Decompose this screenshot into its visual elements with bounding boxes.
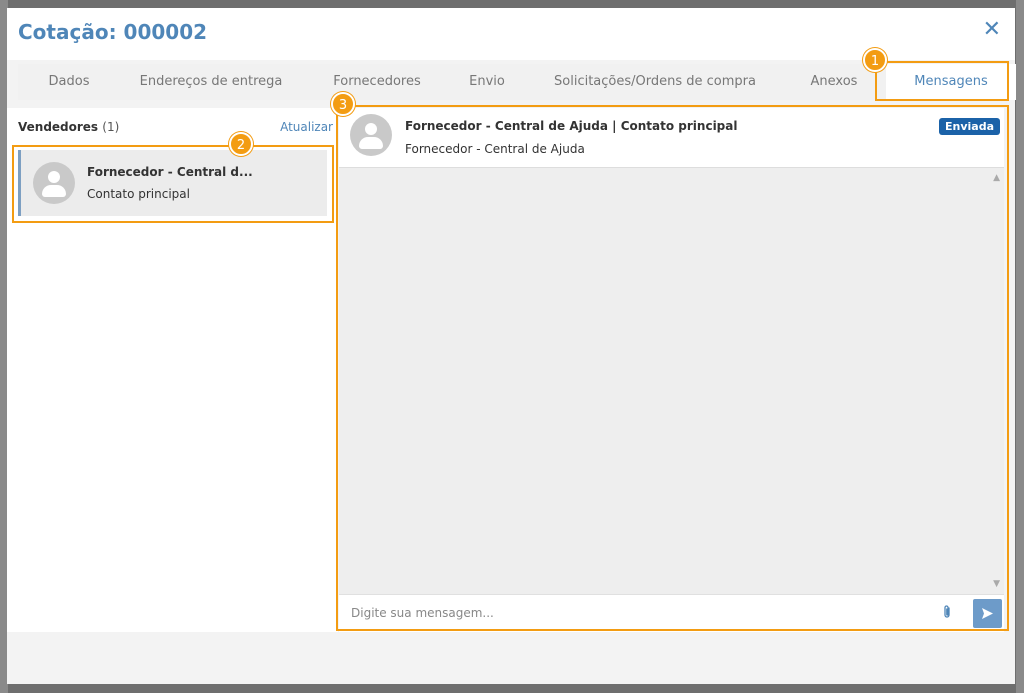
vendors-count: (1) bbox=[102, 120, 120, 134]
vendors-heading: Vendedores (1) bbox=[18, 120, 119, 134]
modal-footer bbox=[7, 632, 1015, 684]
vendors-label: Vendedores bbox=[18, 120, 99, 134]
tab-anexos[interactable]: Anexos bbox=[801, 64, 867, 100]
refresh-link[interactable]: Atualizar bbox=[280, 120, 333, 134]
backdrop-right bbox=[1016, 0, 1024, 693]
quotation-modal: Cotação: 000002 ✕ Dados Endereços de ent… bbox=[7, 8, 1016, 684]
callout-box-2 bbox=[12, 145, 334, 223]
close-button[interactable]: ✕ bbox=[983, 18, 1001, 42]
callout-box-1 bbox=[875, 61, 1009, 101]
callout-badge-1: 1 bbox=[863, 48, 887, 72]
tab-solicitacoes-ordens-de-compra[interactable]: Solicitações/Ordens de compra bbox=[545, 64, 765, 100]
tab-envio[interactable]: Envio bbox=[461, 64, 513, 100]
callout-badge-3: 3 bbox=[331, 92, 355, 116]
tab-enderecos-de-entrega[interactable]: Endereços de entrega bbox=[130, 64, 292, 100]
modal-header: Cotação: 000002 ✕ bbox=[7, 8, 1015, 60]
callout-badge-2: 2 bbox=[229, 132, 253, 156]
tab-dados[interactable]: Dados bbox=[38, 64, 100, 100]
modal-title: Cotação: 000002 bbox=[18, 20, 208, 44]
tab-bar: Dados Endereços de entrega Fornecedores … bbox=[18, 64, 1016, 100]
callout-box-3 bbox=[336, 105, 1009, 631]
